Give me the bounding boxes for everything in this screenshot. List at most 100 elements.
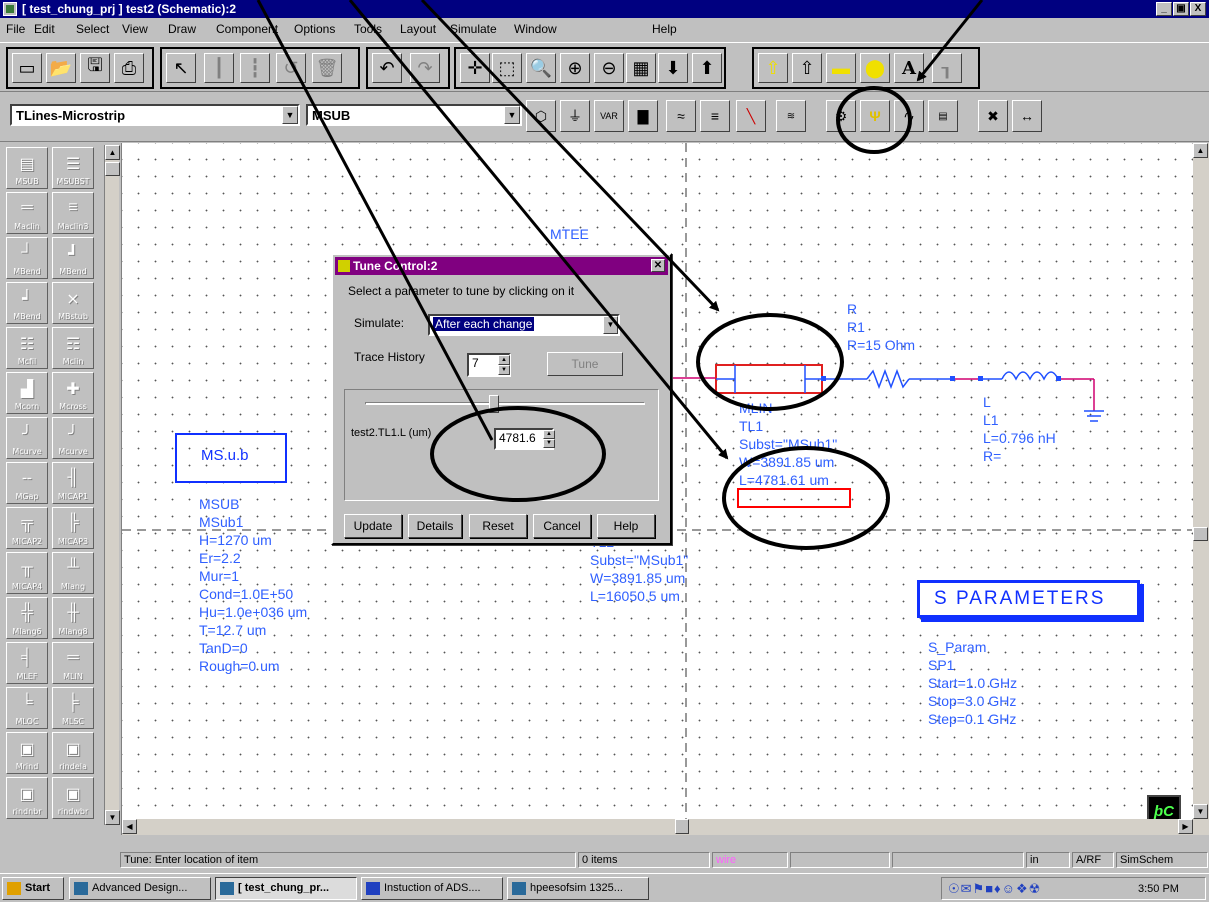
chevron-down-icon[interactable]: ▼ bbox=[603, 316, 618, 334]
taskbar-item-advanced-design[interactable]: Advanced Design... bbox=[69, 877, 211, 900]
display-template-icon[interactable]: ▇ bbox=[628, 100, 658, 132]
spin-up-icon[interactable]: ▲ bbox=[543, 430, 555, 439]
msub-parameters[interactable]: MSUB MSub1 H=1270 um Er=2.2 Mur=1 Cond=1… bbox=[199, 495, 307, 675]
palette-item-mlang6[interactable]: ╬ Mlang6 bbox=[6, 597, 48, 639]
msub-component-box[interactable]: MS.u.b bbox=[175, 433, 287, 483]
details-button[interactable]: Details bbox=[408, 514, 462, 538]
delete-icon[interactable]: 🗑 bbox=[312, 53, 342, 83]
simulate-mode-select[interactable]: After each change ▼ bbox=[428, 314, 620, 336]
palette-item-msub[interactable]: ▤ MSUB bbox=[6, 147, 48, 189]
insert-polygon-icon[interactable]: ⇧ bbox=[758, 53, 788, 83]
menu-help[interactable]: Help bbox=[652, 22, 677, 36]
insert-polyline-icon[interactable]: ⇧ bbox=[792, 53, 822, 83]
optim-goal-icon[interactable]: ≈ bbox=[666, 100, 696, 132]
palette-item-mlsc[interactable]: ╞ MLSC bbox=[52, 687, 94, 729]
chevron-down-icon[interactable]: ▼ bbox=[282, 106, 298, 124]
tune-button[interactable]: Tune bbox=[547, 352, 623, 376]
spin-down-icon[interactable]: ▼ bbox=[498, 365, 510, 375]
insert-rectangle-icon[interactable]: ▬ bbox=[826, 53, 856, 83]
tune-parameters-icon[interactable]: Ψ bbox=[860, 100, 890, 132]
simulate-dataset-icon[interactable]: ≡ bbox=[700, 100, 730, 132]
pan-icon[interactable]: ✛ bbox=[460, 53, 490, 83]
r1-parameters[interactable]: R R1 R=15 Ohm bbox=[847, 300, 915, 354]
port-icon[interactable]: ⬡ bbox=[526, 100, 556, 132]
parameter-slider-track[interactable] bbox=[365, 402, 645, 405]
results-display-icon[interactable]: ∿ bbox=[894, 100, 924, 132]
palette-item-mbstub[interactable]: ⨯ MBstub bbox=[52, 282, 94, 324]
palette-item-mbend3[interactable]: ┙ MBend bbox=[6, 282, 48, 324]
menu-draw[interactable]: Draw bbox=[168, 22, 196, 36]
cancel-button[interactable]: Cancel bbox=[533, 514, 591, 538]
canvas-vertical-scrollbar[interactable]: ▲ ▼ bbox=[1193, 143, 1209, 819]
palette-item-rindela[interactable]: ▣ rindela bbox=[52, 732, 94, 774]
undo-icon[interactable]: ↶ bbox=[372, 53, 402, 83]
redo-icon[interactable]: ↷ bbox=[410, 53, 440, 83]
menu-edit[interactable]: Edit bbox=[34, 22, 55, 36]
menu-component[interactable]: Component bbox=[216, 22, 278, 36]
view-all-icon[interactable]: ▦ bbox=[626, 53, 656, 83]
l1-parameters[interactable]: L L1 L=0.796 nH R= bbox=[983, 393, 1056, 465]
palette-item-mcross[interactable]: ✚ Mcross bbox=[52, 372, 94, 414]
palette-item-mclin[interactable]: ☶ Mclin bbox=[52, 327, 94, 369]
palette-item-mbend[interactable]: ┘ MBend bbox=[6, 237, 48, 279]
bus-icon[interactable]: ≋ bbox=[776, 100, 806, 132]
open-folder-icon[interactable]: 📂 bbox=[46, 53, 76, 83]
taskbar-item-hpeesofsim[interactable]: hpeesofsim 1325... bbox=[507, 877, 649, 900]
zoom-in-icon[interactable]: ⊕ bbox=[560, 53, 590, 83]
palette-item-mgap[interactable]: ╌ MGap bbox=[6, 462, 48, 504]
save-icon[interactable]: 🖫 bbox=[80, 53, 110, 83]
component-name-dropdown[interactable]: MSUB ▼ bbox=[306, 104, 522, 126]
menu-simulate[interactable]: Simulate bbox=[450, 22, 497, 36]
palette-item-rindwbr[interactable]: ▣ rindwbr bbox=[52, 777, 94, 819]
palette-item-mrind[interactable]: ▣ Mrind bbox=[6, 732, 48, 774]
push-into-hierarchy-icon[interactable]: ⬇ bbox=[658, 53, 688, 83]
palette-item-maclin[interactable]: ═ Maclin bbox=[6, 192, 48, 234]
tray-icons[interactable]: ☉✉⚑■♦☺❖☢ bbox=[948, 881, 1041, 897]
component-library-dropdown[interactable]: TLines-Microstrip ▼ bbox=[10, 104, 300, 126]
scroll-down-icon[interactable]: ▼ bbox=[105, 810, 120, 825]
menu-window[interactable]: Window bbox=[514, 22, 557, 36]
menu-select[interactable]: Select bbox=[76, 22, 109, 36]
palette-item-mloc[interactable]: ╘ MLOC bbox=[6, 687, 48, 729]
palette-item-mcurve[interactable]: ╯ Mcurve bbox=[6, 417, 48, 459]
help-button[interactable]: Help bbox=[597, 514, 655, 538]
tl1-parameters[interactable]: MLIN TL1 Subst="MSub1" W=3891.85 um L=47… bbox=[739, 399, 837, 489]
scroll-up-icon[interactable]: ▲ bbox=[1193, 143, 1208, 158]
palette-scroll-thumb[interactable] bbox=[105, 162, 120, 176]
hp-ads-icon[interactable]: ▤ bbox=[928, 100, 958, 132]
palette-item-micap4[interactable]: ╥ MICAP4 bbox=[6, 552, 48, 594]
deactivate-icon[interactable]: ✖ bbox=[978, 100, 1008, 132]
close-button[interactable]: X bbox=[1190, 2, 1206, 16]
scroll-up-icon[interactable]: ▲ bbox=[105, 145, 120, 160]
minimize-button[interactable]: _ bbox=[1156, 2, 1172, 16]
menu-options[interactable]: Options bbox=[294, 22, 335, 36]
rotate-icon[interactable]: ↺ bbox=[276, 53, 306, 83]
s-parameters-component-box[interactable]: S PARAMETERS bbox=[917, 580, 1140, 618]
palette-scrollbar[interactable]: ▲ ▼ bbox=[104, 145, 120, 825]
insert-port-icon[interactable]: ┇ bbox=[240, 53, 270, 83]
tune-dialog-title-bar[interactable]: Tune Control:2 ✕ bbox=[335, 257, 668, 275]
menu-layout[interactable]: Layout bbox=[400, 22, 436, 36]
sp1-parameters[interactable]: S_Param SP1 Start=1.0 GHz Stop=3.0 GHz S… bbox=[928, 638, 1017, 728]
zoom-icon[interactable]: 🔍 bbox=[526, 53, 556, 83]
menu-file[interactable]: File bbox=[6, 22, 25, 36]
scroll-right-icon[interactable]: ▶ bbox=[1178, 819, 1193, 834]
menu-view[interactable]: View bbox=[122, 22, 148, 36]
palette-item-micap2[interactable]: ╦ MICAP2 bbox=[6, 507, 48, 549]
scroll-down-icon[interactable]: ▼ bbox=[1193, 804, 1208, 819]
window-title-bar[interactable]: [ test_chung_prj ] test2 (Schematic):2 _… bbox=[0, 0, 1209, 18]
palette-item-mcorn[interactable]: ▟ Mcorn bbox=[6, 372, 48, 414]
palette-item-mlang[interactable]: ╨ Mlang bbox=[52, 552, 94, 594]
palette-item-mbend2[interactable]: ┛ MBend bbox=[52, 237, 94, 279]
menu-tools[interactable]: Tools bbox=[354, 22, 382, 36]
ground-icon[interactable]: ⏚ bbox=[560, 100, 590, 132]
parameter-slider-thumb[interactable] bbox=[488, 395, 499, 413]
select-pointer-icon[interactable]: ↖ bbox=[166, 53, 196, 83]
update-button[interactable]: Update bbox=[344, 514, 402, 538]
start-button[interactable]: Start bbox=[2, 877, 64, 900]
canvas-horizontal-scrollbar[interactable]: ◀ ▶ bbox=[122, 819, 1209, 835]
spin-down-icon[interactable]: ▼ bbox=[543, 439, 555, 448]
zoom-area-icon[interactable]: ⬚ bbox=[492, 53, 522, 83]
palette-item-mlin[interactable]: ═ MLIN bbox=[52, 642, 94, 684]
restore-button[interactable]: ▣ bbox=[1173, 2, 1189, 16]
